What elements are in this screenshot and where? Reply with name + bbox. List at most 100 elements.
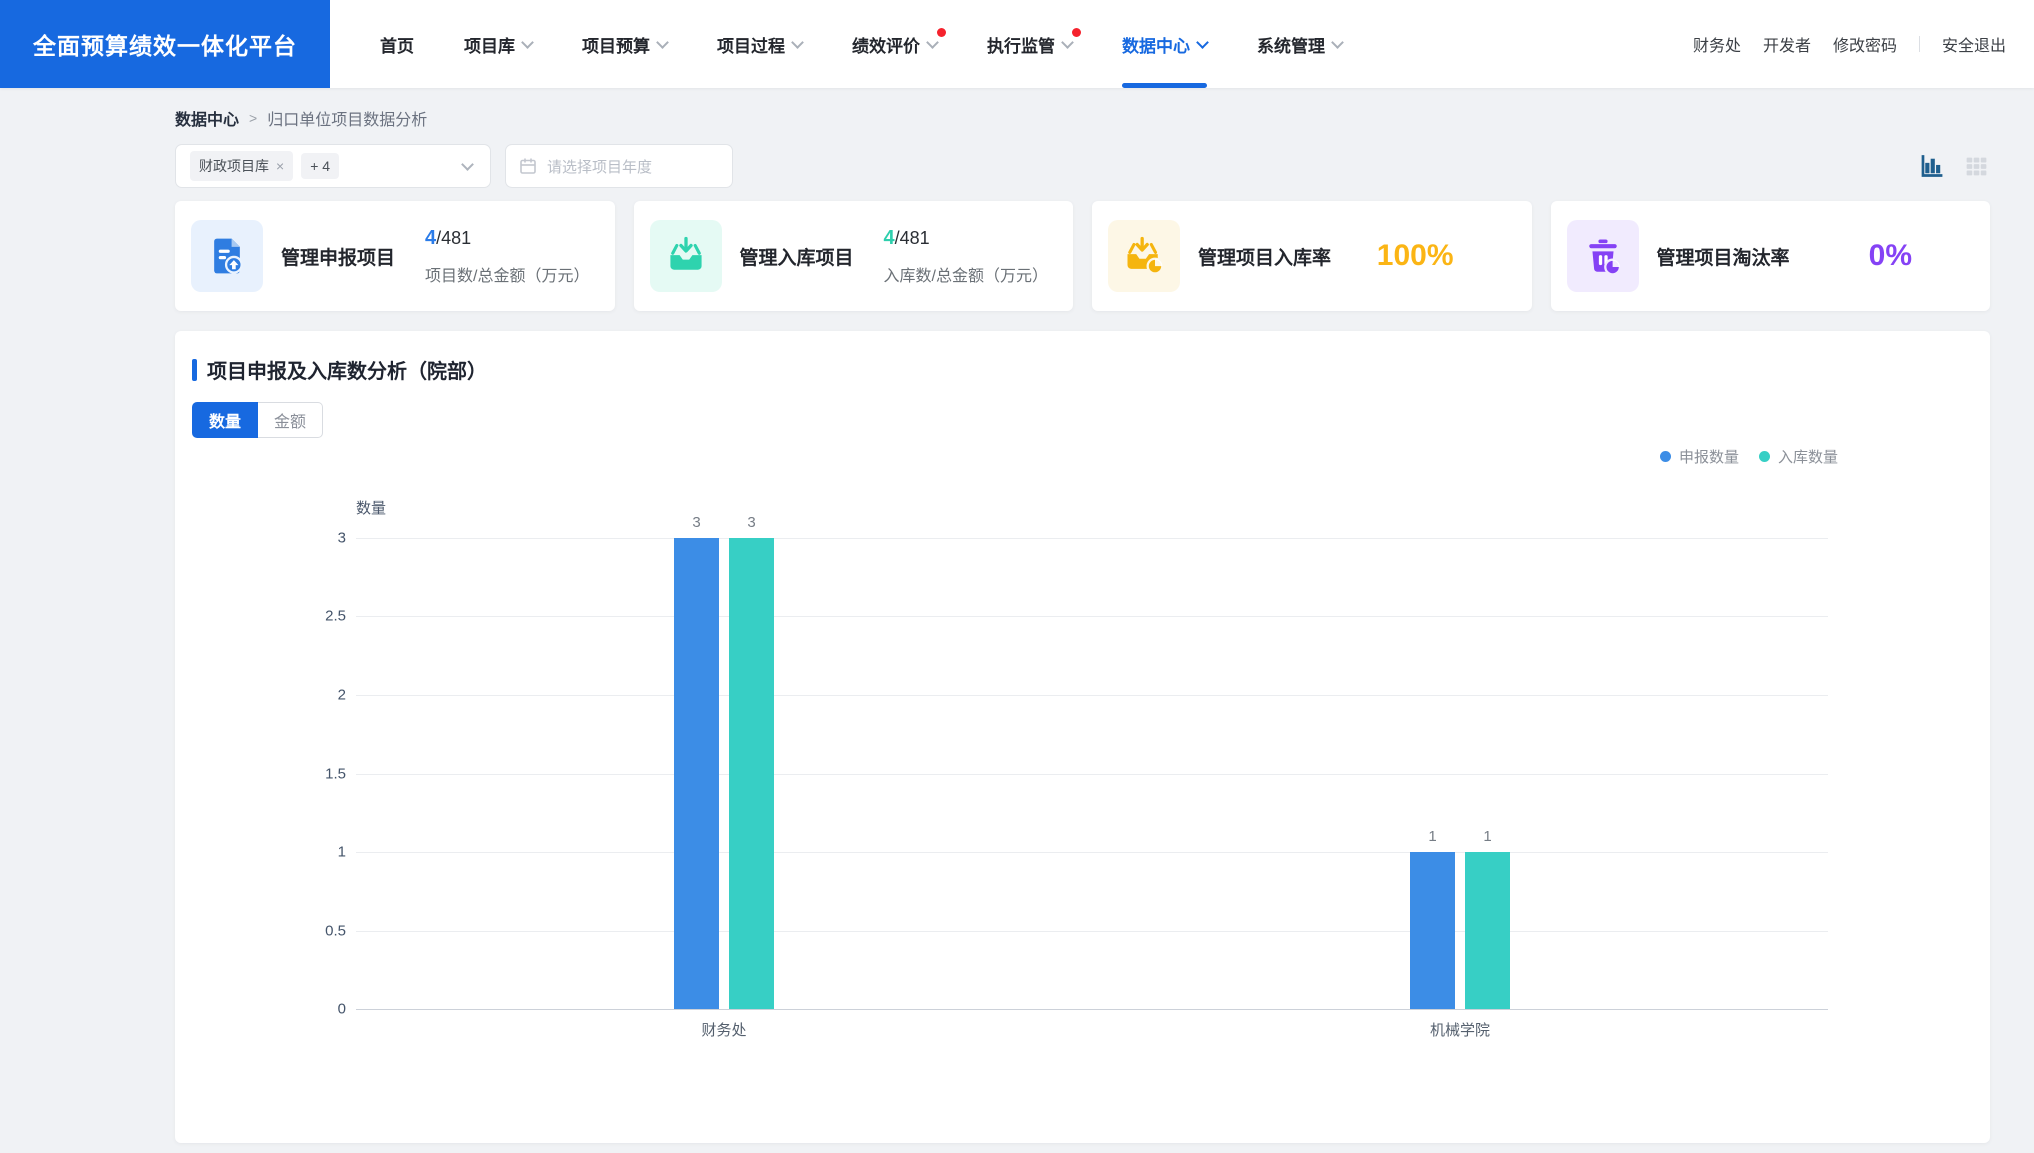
bar-group: 11 xyxy=(1410,538,1510,1009)
bar-申报数量[interactable] xyxy=(674,538,719,1009)
stat-card-subtitle: 入库数/总金额（万元） xyxy=(884,262,1048,286)
year-picker-placeholder: 请选择项目年度 xyxy=(547,156,652,177)
notification-dot xyxy=(1072,28,1081,37)
legend-dot xyxy=(1660,451,1671,462)
y-tick-label: 0 xyxy=(338,1001,346,1018)
logout-link[interactable]: 安全退出 xyxy=(1942,32,2006,56)
bar-申报数量[interactable] xyxy=(1410,852,1455,1009)
title-accent-bar xyxy=(192,359,197,381)
nav-item-data-center[interactable]: 数据中心 xyxy=(1122,0,1207,88)
document-upload-icon xyxy=(191,220,263,292)
bar-wrap: 1 xyxy=(1410,538,1455,1009)
chart-card: 项目申报及入库数分析（院部） 数量 金额 申报数量入库数量 数量 00.511.… xyxy=(175,331,1990,1143)
legend-item-入库数量[interactable]: 入库数量 xyxy=(1759,446,1838,467)
y-tick-label: 2 xyxy=(338,686,346,703)
change-password-link[interactable]: 修改密码 xyxy=(1833,32,1897,56)
divider xyxy=(1919,36,1920,52)
bar-group: 33 xyxy=(674,538,774,1009)
x-category-label: 财务处 xyxy=(701,1019,746,1040)
chart-yticks: 00.511.522.53 xyxy=(280,538,346,1009)
bar-wrap: 3 xyxy=(729,538,774,1009)
trash-pie-icon xyxy=(1567,220,1639,292)
stat-card-storage-rate: 管理项目入库率 100% xyxy=(1092,201,1532,311)
stat-card-subtitle: 项目数/总金额（万元） xyxy=(425,262,589,286)
legend-label: 申报数量 xyxy=(1679,446,1739,467)
stat-card-title: 管理申报项目 xyxy=(281,243,395,270)
stat-card-elimination-rate: 管理项目淘汰率 0% xyxy=(1551,201,1991,311)
inbox-pie-icon xyxy=(1108,220,1180,292)
tag-remove-icon[interactable]: × xyxy=(276,159,284,173)
top-navbar: 全面预算绩效一体化平台 首页 项目库 项目预算 项目过程 绩效评价 执行监管 数… xyxy=(0,0,2034,88)
chevron-down-icon xyxy=(1061,36,1074,49)
stat-card-total: /481 xyxy=(895,228,930,248)
gridline xyxy=(356,931,1828,932)
breadcrumb: 数据中心 > 归口单位项目数据分析 xyxy=(175,106,1990,130)
chevron-down-icon xyxy=(1331,36,1344,49)
bar-wrap: 1 xyxy=(1465,538,1510,1009)
stat-cards-row: 管理申报项目 4/481 项目数/总金额（万元） 管理入库项目 4/481 入库… xyxy=(175,201,1990,311)
breadcrumb-section[interactable]: 数据中心 xyxy=(175,106,239,130)
chevron-down-icon xyxy=(926,36,939,49)
chevron-down-icon xyxy=(521,36,534,49)
bar-value-label: 1 xyxy=(1465,828,1510,845)
stat-card-title: 管理入库项目 xyxy=(740,243,854,270)
bar-入库数量[interactable] xyxy=(1465,852,1510,1009)
project-library-select[interactable]: 财政项目库 × + 4 xyxy=(175,144,491,188)
filter-row: 财政项目库 × + 4 请选择项目年度 xyxy=(175,144,1990,188)
nav-item-system-management[interactable]: 系统管理 xyxy=(1257,0,1342,88)
user-org[interactable]: 财务处 xyxy=(1693,32,1741,56)
legend-label: 入库数量 xyxy=(1778,446,1838,467)
chart-legend: 申报数量 入库数量 xyxy=(1660,446,1838,467)
bar-chart-view-icon[interactable] xyxy=(1918,153,1945,180)
table-view-icon[interactable] xyxy=(1963,153,1990,180)
y-tick-label: 1 xyxy=(338,843,346,860)
stat-card-stored-projects: 管理入库项目 4/481 入库数/总金额（万元） xyxy=(634,201,1074,311)
chevron-down-icon xyxy=(656,36,669,49)
stat-card-value: 4 xyxy=(425,227,436,249)
nav-item-project-process[interactable]: 项目过程 xyxy=(717,0,802,88)
stat-card-declared-projects: 管理申报项目 4/481 项目数/总金额（万元） xyxy=(175,201,615,311)
main-nav: 首页 项目库 项目预算 项目过程 绩效评价 执行监管 数据中心 系统管理 xyxy=(330,0,1342,88)
chevron-down-icon xyxy=(791,36,804,49)
chevron-down-icon xyxy=(1196,36,1209,49)
bar-value-label: 3 xyxy=(674,514,719,531)
overflow-count-tag: + 4 xyxy=(301,153,339,179)
legend-dot xyxy=(1759,451,1770,462)
nav-item-project-budget[interactable]: 项目预算 xyxy=(582,0,667,88)
nav-item-performance-evaluation[interactable]: 绩效评价 xyxy=(852,0,937,88)
chevron-down-icon xyxy=(461,158,474,171)
stat-card-title: 管理项目淘汰率 xyxy=(1657,243,1790,270)
user-role[interactable]: 开发者 xyxy=(1763,32,1811,56)
selected-library-tag: 财政项目库 × xyxy=(190,151,293,181)
stat-card-value: 100% xyxy=(1377,239,1454,273)
x-category-label: 机械学院 xyxy=(1430,1019,1490,1040)
nav-item-execution-supervision[interactable]: 执行监管 xyxy=(987,0,1072,88)
y-tick-label: 3 xyxy=(338,530,346,547)
legend-item-申报数量[interactable]: 申报数量 xyxy=(1660,446,1739,467)
bar-wrap: 3 xyxy=(674,538,719,1009)
chart-plot: 33 11 xyxy=(356,538,1828,1009)
project-year-picker[interactable]: 请选择项目年度 xyxy=(505,144,733,188)
calendar-icon xyxy=(519,157,537,175)
gridline xyxy=(356,774,1828,775)
tab-amount[interactable]: 金额 xyxy=(258,402,323,438)
gridline xyxy=(356,852,1828,853)
chart-metric-tabs: 数量 金额 xyxy=(192,402,1990,438)
bar-入库数量[interactable] xyxy=(729,538,774,1009)
chart-section-title: 项目申报及入库数分析（院部） xyxy=(207,355,487,384)
notification-dot xyxy=(937,28,946,37)
bar-value-label: 3 xyxy=(729,514,774,531)
bar-value-label: 1 xyxy=(1410,828,1455,845)
breadcrumb-current-page: 归口单位项目数据分析 xyxy=(267,106,427,130)
gridline xyxy=(356,1009,1828,1010)
breadcrumb-separator: > xyxy=(249,110,257,126)
nav-item-project-library[interactable]: 项目库 xyxy=(464,0,532,88)
tab-quantity[interactable]: 数量 xyxy=(192,402,258,438)
nav-item-home[interactable]: 首页 xyxy=(380,0,414,88)
stat-card-value: 0% xyxy=(1869,239,1912,273)
inbox-download-icon xyxy=(650,220,722,292)
stat-card-total: /481 xyxy=(436,228,471,248)
stat-card-value-line: 4/481 xyxy=(884,227,1048,250)
y-tick-label: 2.5 xyxy=(325,608,346,625)
app-logo: 全面预算绩效一体化平台 xyxy=(0,0,330,88)
